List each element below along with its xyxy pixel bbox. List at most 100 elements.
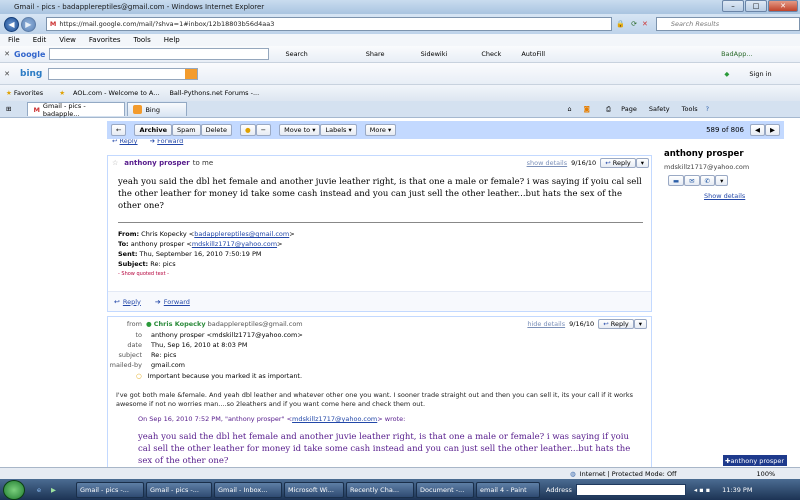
menu-favorites[interactable]: Favorites xyxy=(89,36,121,44)
close-toolbar-icon[interactable]: ✕ xyxy=(0,50,14,58)
show-details-link[interactable]: show details xyxy=(527,159,568,167)
task-gmail-inbox[interactable]: Gmail - Inbox... xyxy=(214,481,282,498)
help-icon[interactable]: ? xyxy=(706,105,709,113)
more-button[interactable]: More ▾ xyxy=(364,124,397,136)
back-to-inbox-button[interactable]: ← xyxy=(111,124,127,136)
bing-tab-icon xyxy=(133,105,143,114)
task-gmail-1[interactable]: Gmail - pics -... xyxy=(76,481,144,498)
quicklaunch-ie-icon[interactable]: e xyxy=(37,486,41,494)
back-button[interactable]: ◀ xyxy=(4,16,19,32)
close-button[interactable]: ✕ xyxy=(768,0,798,12)
chat-icon[interactable]: ▬ xyxy=(668,175,685,186)
message-1-header[interactable]: ☆ anthony prosper to me show details 9/1… xyxy=(108,156,651,170)
stop-icon[interactable]: ✕ xyxy=(642,20,648,28)
message-2-reply-button[interactable]: ↩ Reply xyxy=(598,319,634,329)
refresh-icon[interactable]: ⟳ xyxy=(631,20,637,28)
home-icon[interactable]: ⌂ xyxy=(567,105,571,113)
menu-file[interactable]: File xyxy=(8,36,20,44)
message-2-to-value: anthony prosper <mdskillz1717@yahoo.com> xyxy=(151,331,303,339)
page-menu[interactable]: Page xyxy=(621,105,637,113)
clock[interactable]: 11:39 PM xyxy=(722,486,752,494)
move-to-button[interactable]: Move to ▾ xyxy=(279,124,321,136)
gmail-action-bar: ← Archive Spam Delete ● − Move to ▾ Labe… xyxy=(107,121,784,139)
contact-name[interactable]: anthony prosper xyxy=(664,149,799,159)
labels-button[interactable]: Labels ▾ xyxy=(320,124,357,136)
contact-more-icon[interactable]: ▾ xyxy=(715,175,729,186)
bing-signin-link[interactable]: Sign in xyxy=(749,70,771,78)
taskbar-address-input[interactable] xyxy=(575,483,686,496)
newer-button[interactable]: ◀ xyxy=(750,124,765,136)
gmail-icon: M xyxy=(33,105,40,114)
archive-button[interactable]: Archive xyxy=(134,124,173,136)
bing-shield-icon: ◆ xyxy=(724,69,730,78)
google-toolbar: ✕ Google Search Share Sidewiki Check Aut… xyxy=(0,46,800,63)
message-1-forward-link[interactable]: Forward xyxy=(164,298,190,306)
phone-icon[interactable]: ✆ xyxy=(699,175,716,186)
message-2-sender[interactable]: Chris Kopecky xyxy=(154,320,206,328)
quick-tabs-icon[interactable]: ⊞ xyxy=(6,105,11,113)
older-button[interactable]: ▶ xyxy=(765,124,780,136)
tab-bing[interactable]: Bing xyxy=(127,102,188,116)
print-icon[interactable]: ⎙ xyxy=(606,105,611,114)
maximize-button[interactable]: □ xyxy=(745,0,767,12)
favorite-aol[interactable]: AOL.com - Welcome to A... xyxy=(73,89,159,97)
message-1-sender[interactable]: anthony prosper xyxy=(124,159,189,167)
google-search-button[interactable]: Search xyxy=(285,50,307,58)
email-icon[interactable]: ✉ xyxy=(684,175,700,186)
prev-forward-link[interactable]: Forward xyxy=(157,139,183,145)
favorite-ballpythons[interactable]: Ball-Pythons.net Forums -... xyxy=(169,89,259,97)
bing-search-icon[interactable] xyxy=(185,68,198,79)
message-1-more-button[interactable]: ▾ xyxy=(635,158,649,168)
menu-view[interactable]: View xyxy=(59,36,76,44)
bing-search-input[interactable] xyxy=(48,67,199,80)
mark-unimportant-icon[interactable]: − xyxy=(255,124,272,136)
prev-reply-link[interactable]: Reply xyxy=(120,139,138,145)
zoom-level[interactable]: 100% xyxy=(757,470,776,478)
autofill-button[interactable]: AutoFill xyxy=(521,50,545,58)
favorites-button[interactable]: Favorites xyxy=(14,89,43,97)
quicklaunch-media-icon[interactable]: ▶ xyxy=(51,486,56,494)
menu-tools[interactable]: Tools xyxy=(134,36,151,44)
menu-edit[interactable]: Edit xyxy=(33,36,47,44)
globe-icon: ◍ xyxy=(570,469,576,478)
task-recently-changed[interactable]: Recently Cha... xyxy=(346,481,414,498)
account-button[interactable]: BadApp... xyxy=(721,50,752,58)
contact-show-details-link[interactable]: Show details xyxy=(704,192,799,200)
spam-button[interactable]: Spam xyxy=(172,124,201,136)
task-gmail-2[interactable]: Gmail - pics -... xyxy=(146,481,212,498)
show-quoted-text-link[interactable]: - Show quoted text - xyxy=(118,269,651,279)
favorites-star-icon[interactable]: ★ xyxy=(6,89,12,97)
share-button[interactable]: Share xyxy=(366,50,385,58)
tools-menu[interactable]: Tools xyxy=(682,105,698,113)
message-2-more-button[interactable]: ▾ xyxy=(633,319,647,329)
from-email-link[interactable]: badapplereptiles@gmail.com xyxy=(194,230,289,238)
forward-button[interactable]: ▶ xyxy=(20,16,36,32)
menu-help[interactable]: Help xyxy=(164,36,180,44)
feeds-icon[interactable]: ◙ xyxy=(584,105,590,113)
message-2-subject-label: subject xyxy=(118,351,142,359)
message-1-reply-link[interactable]: Reply xyxy=(123,298,141,306)
task-document[interactable]: Document -... xyxy=(416,481,474,498)
search-input[interactable]: Search Results xyxy=(655,17,800,31)
star-icon[interactable]: ☆ xyxy=(112,159,118,167)
to-email-link[interactable]: mdskillz1717@yahoo.com xyxy=(192,240,277,248)
window-title: Gmail - pics - badapplereptiles@gmail.co… xyxy=(14,3,265,11)
check-button[interactable]: Check xyxy=(481,50,501,58)
message-1-reply-button[interactable]: ↩ Reply xyxy=(600,158,636,168)
task-paint[interactable]: email 4 - Paint xyxy=(476,481,540,498)
chat-tag[interactable]: ✚ anthony prosper xyxy=(723,455,787,466)
hide-details-link[interactable]: hide details xyxy=(527,320,565,328)
tab-gmail[interactable]: M Gmail - pics - badapple... xyxy=(27,102,126,118)
mark-important-icon[interactable]: ● xyxy=(239,124,256,136)
task-microsoft-word[interactable]: Microsoft Wi... xyxy=(284,481,344,498)
minimize-button[interactable]: – xyxy=(722,0,744,12)
quote-email-link[interactable]: mdskillz1717@yahoo.com xyxy=(292,415,377,423)
sidewiki-button[interactable]: Sidewiki xyxy=(421,50,448,58)
url-field[interactable]: M https://mail.google.com/mail/?shva=1#i… xyxy=(45,17,613,31)
add-favorite-icon[interactable]: ★ xyxy=(59,89,65,97)
google-search-input[interactable] xyxy=(49,48,270,60)
safety-menu[interactable]: Safety xyxy=(649,105,670,113)
close-bing-icon[interactable]: ✕ xyxy=(0,70,14,78)
start-button[interactable] xyxy=(3,479,25,500)
delete-button[interactable]: Delete xyxy=(200,124,232,136)
